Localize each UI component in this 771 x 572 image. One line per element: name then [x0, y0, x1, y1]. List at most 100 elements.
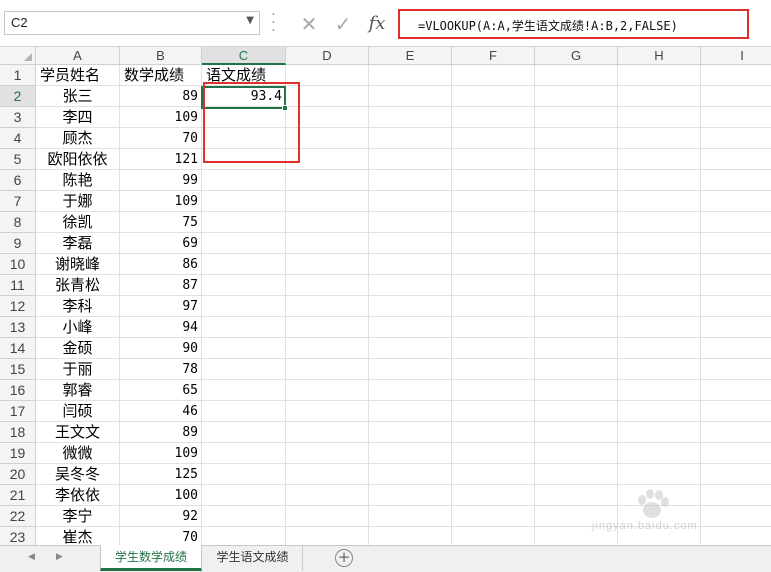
column-header-e[interactable]: E: [369, 47, 452, 65]
column-header-i[interactable]: I: [701, 47, 771, 65]
cell-b[interactable]: 87: [120, 275, 202, 296]
cell-a[interactable]: 金硕: [36, 338, 120, 359]
row-header[interactable]: 23: [0, 527, 36, 545]
empty-cell[interactable]: [286, 359, 369, 380]
cell-a[interactable]: 张青松: [36, 275, 120, 296]
empty-cell[interactable]: [618, 422, 701, 443]
empty-cell[interactable]: [369, 317, 452, 338]
cell-c[interactable]: [202, 506, 286, 527]
empty-cell[interactable]: [452, 317, 535, 338]
empty-cell[interactable]: [618, 401, 701, 422]
empty-cell[interactable]: [535, 233, 618, 254]
row-header[interactable]: 13: [0, 317, 36, 338]
column-header-g[interactable]: G: [535, 47, 618, 65]
tab-scroll-left-icon[interactable]: ◀: [28, 552, 35, 562]
empty-cell[interactable]: [286, 443, 369, 464]
empty-cell[interactable]: [618, 380, 701, 401]
cell-b[interactable]: 数学成绩: [120, 65, 202, 86]
row-header[interactable]: 12: [0, 296, 36, 317]
empty-cell[interactable]: [452, 107, 535, 128]
empty-cell[interactable]: [286, 170, 369, 191]
cell-b[interactable]: 97: [120, 296, 202, 317]
empty-cell[interactable]: [701, 359, 771, 380]
empty-cell[interactable]: [369, 401, 452, 422]
empty-cell[interactable]: [701, 107, 771, 128]
cell-c[interactable]: [202, 338, 286, 359]
cell-a[interactable]: 李磊: [36, 233, 120, 254]
empty-cell[interactable]: [452, 275, 535, 296]
empty-cell[interactable]: [452, 296, 535, 317]
formula-input[interactable]: =VLOOKUP(A:A,学生语文成绩!A:B,2,FALSE): [398, 9, 749, 39]
empty-cell[interactable]: [369, 107, 452, 128]
row-header[interactable]: 3: [0, 107, 36, 128]
empty-cell[interactable]: [369, 296, 452, 317]
empty-cell[interactable]: [701, 86, 771, 107]
empty-cell[interactable]: [701, 254, 771, 275]
cell-c[interactable]: [202, 380, 286, 401]
cell-a[interactable]: 吴冬冬: [36, 464, 120, 485]
empty-cell[interactable]: [452, 86, 535, 107]
row-header[interactable]: 4: [0, 128, 36, 149]
empty-cell[interactable]: [618, 170, 701, 191]
cell-a[interactable]: 于娜: [36, 191, 120, 212]
cell-c[interactable]: [202, 422, 286, 443]
cell-b[interactable]: 89: [120, 422, 202, 443]
name-box[interactable]: C2 ▼: [4, 11, 260, 35]
empty-cell[interactable]: [535, 380, 618, 401]
empty-cell[interactable]: [286, 485, 369, 506]
insert-function-icon[interactable]: fx: [362, 11, 392, 37]
empty-cell[interactable]: [286, 254, 369, 275]
cell-a[interactable]: 顾杰: [36, 128, 120, 149]
empty-cell[interactable]: [535, 296, 618, 317]
empty-cell[interactable]: [701, 212, 771, 233]
empty-cell[interactable]: [618, 65, 701, 86]
empty-cell[interactable]: [701, 296, 771, 317]
empty-cell[interactable]: [618, 317, 701, 338]
cell-a[interactable]: 谢晓峰: [36, 254, 120, 275]
row-header[interactable]: 15: [0, 359, 36, 380]
empty-cell[interactable]: [286, 527, 369, 545]
cell-b[interactable]: 90: [120, 338, 202, 359]
empty-cell[interactable]: [369, 149, 452, 170]
empty-cell[interactable]: [535, 254, 618, 275]
cell-b[interactable]: 125: [120, 464, 202, 485]
check-icon[interactable]: ✓: [328, 11, 358, 37]
empty-cell[interactable]: [701, 191, 771, 212]
cell-c[interactable]: [202, 233, 286, 254]
empty-cell[interactable]: [452, 422, 535, 443]
empty-cell[interactable]: [369, 86, 452, 107]
empty-cell[interactable]: [452, 65, 535, 86]
empty-cell[interactable]: [535, 191, 618, 212]
row-header[interactable]: 8: [0, 212, 36, 233]
empty-cell[interactable]: [369, 527, 452, 545]
cell-b[interactable]: 46: [120, 401, 202, 422]
cell-b[interactable]: 121: [120, 149, 202, 170]
add-sheet-icon[interactable]: +: [335, 549, 353, 567]
empty-cell[interactable]: [701, 380, 771, 401]
row-header[interactable]: 18: [0, 422, 36, 443]
empty-cell[interactable]: [369, 191, 452, 212]
cell-b[interactable]: 70: [120, 128, 202, 149]
row-header[interactable]: 2: [0, 86, 36, 107]
row-header[interactable]: 10: [0, 254, 36, 275]
empty-cell[interactable]: [286, 464, 369, 485]
empty-cell[interactable]: [369, 128, 452, 149]
cell-c[interactable]: [202, 296, 286, 317]
row-header[interactable]: 14: [0, 338, 36, 359]
empty-cell[interactable]: [535, 212, 618, 233]
empty-cell[interactable]: [452, 443, 535, 464]
cell-c[interactable]: [202, 317, 286, 338]
empty-cell[interactable]: [535, 401, 618, 422]
empty-cell[interactable]: [369, 359, 452, 380]
empty-cell[interactable]: [701, 338, 771, 359]
empty-cell[interactable]: [618, 191, 701, 212]
empty-cell[interactable]: [701, 401, 771, 422]
cell-c[interactable]: [202, 527, 286, 545]
sheet-tab-chinese[interactable]: 学生语文成绩: [203, 545, 303, 571]
empty-cell[interactable]: [535, 149, 618, 170]
cell-c[interactable]: [202, 464, 286, 485]
empty-cell[interactable]: [369, 506, 452, 527]
empty-cell[interactable]: [286, 191, 369, 212]
row-header[interactable]: 5: [0, 149, 36, 170]
cell-c[interactable]: [202, 170, 286, 191]
